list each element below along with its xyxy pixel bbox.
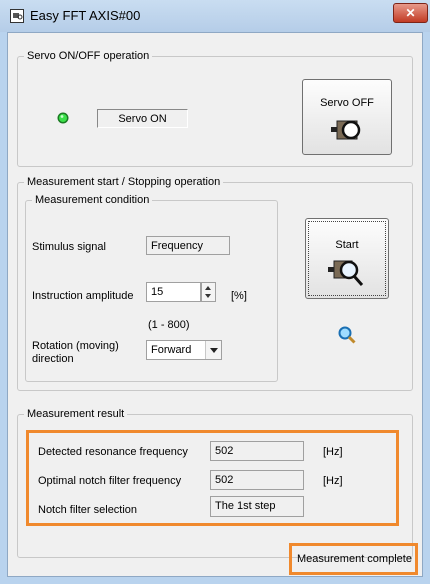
servo-off-label: Servo OFF xyxy=(320,97,374,109)
servo-group: Servo ON/OFF operation Servo ON Servo OF… xyxy=(17,49,413,167)
search-icon xyxy=(338,326,356,344)
servo-motor-icon xyxy=(331,120,361,140)
amplitude-label: Instruction amplitude xyxy=(32,290,134,302)
easy-fft-window: Easy FFT AXIS#00 ✕ Servo ON/OFF operatio… xyxy=(0,0,430,584)
result-group: Measurement result Detected resonance fr… xyxy=(17,407,413,558)
client-area: Servo ON/OFF operation Servo ON Servo OF… xyxy=(7,32,423,577)
servo-status-led-icon xyxy=(57,112,69,124)
rotation-select[interactable]: Forward xyxy=(146,340,222,360)
servo-status-field: Servo ON xyxy=(97,109,188,128)
rotation-value: Forward xyxy=(151,344,192,356)
chevron-down-icon[interactable] xyxy=(205,341,221,359)
status-text: Measurement complete xyxy=(297,553,412,565)
amplitude-input[interactable]: 15 xyxy=(146,282,201,302)
result-highlight-box xyxy=(26,430,399,526)
rotation-label-line1: Rotation (moving) xyxy=(32,340,119,352)
title-bar[interactable]: Easy FFT AXIS#00 ✕ xyxy=(0,0,430,32)
measurement-group: Measurement start / Stopping operation M… xyxy=(17,175,413,391)
servo-off-button[interactable]: Servo OFF xyxy=(302,79,392,155)
app-icon xyxy=(10,9,24,23)
amplitude-unit: [%] xyxy=(231,290,247,302)
close-icon: ✕ xyxy=(405,6,416,20)
measure-motor-icon xyxy=(328,260,364,286)
condition-group-label: Measurement condition xyxy=(32,193,153,207)
amplitude-value: 15 xyxy=(151,286,164,298)
stimulus-label: Stimulus signal xyxy=(32,241,106,253)
condition-group: Measurement condition Stimulus signal Fr… xyxy=(25,193,278,382)
close-button[interactable]: ✕ xyxy=(393,3,428,23)
servo-group-label: Servo ON/OFF operation xyxy=(24,49,153,63)
start-button[interactable]: Start xyxy=(305,218,389,299)
spin-down-icon[interactable] xyxy=(205,294,211,298)
rotation-label-line2: direction xyxy=(32,353,74,365)
measurement-group-label: Measurement start / Stopping operation xyxy=(24,175,224,189)
result-group-label: Measurement result xyxy=(24,407,128,421)
start-label: Start xyxy=(335,239,359,251)
amplitude-spinner[interactable] xyxy=(201,282,216,302)
amplitude-range: (1 - 800) xyxy=(148,319,190,331)
spin-up-icon[interactable] xyxy=(205,286,211,290)
stimulus-field: Frequency xyxy=(146,236,230,255)
window-title: Easy FFT AXIS#00 xyxy=(30,8,141,23)
servo-status-text: Servo ON xyxy=(118,113,167,125)
stimulus-value: Frequency xyxy=(151,240,203,252)
